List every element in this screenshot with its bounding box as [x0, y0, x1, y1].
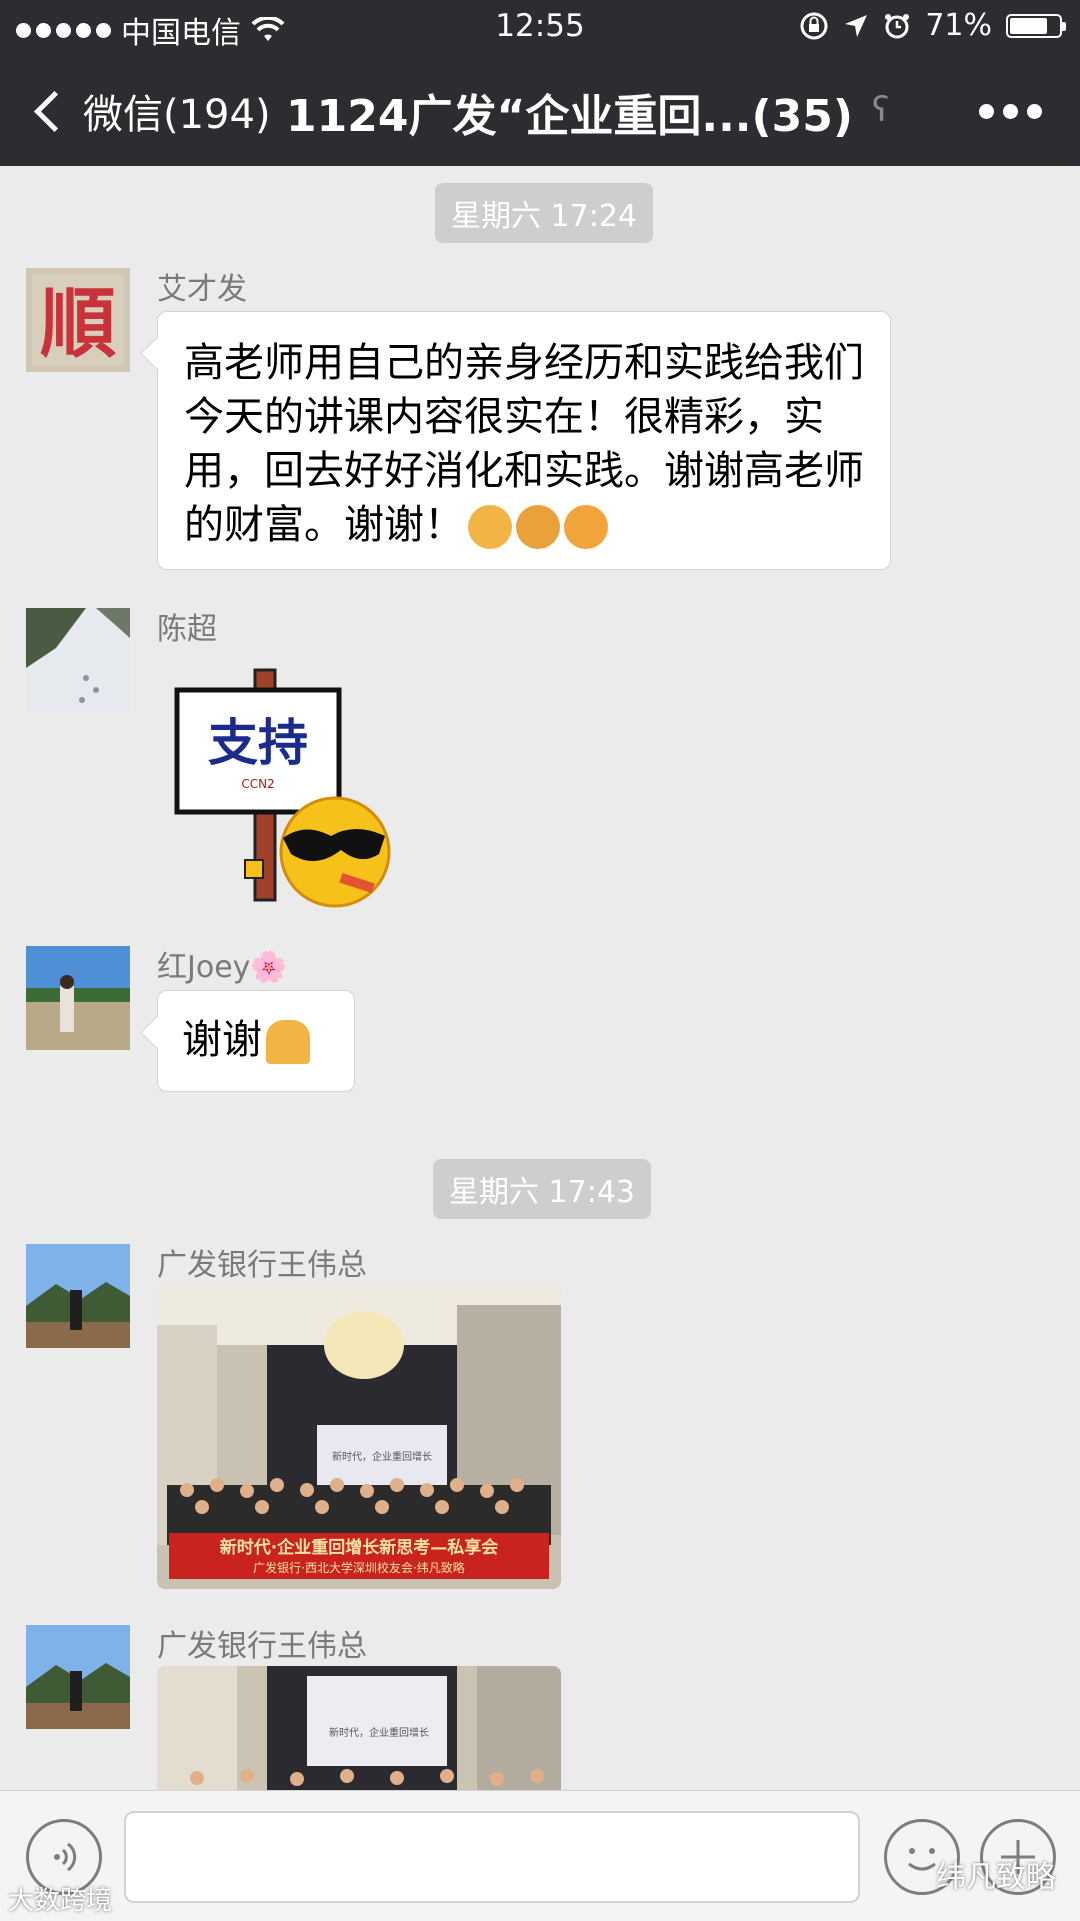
avatar[interactable] [26, 946, 130, 1050]
back-button[interactable]: 微信(194) [30, 82, 271, 140]
svg-text:新时代，企业重回增长: 新时代，企业重回增长 [332, 1450, 432, 1463]
message-bubble[interactable]: 谢谢 [157, 990, 355, 1092]
timestamp-chip: 星期六 17:24 [435, 183, 653, 243]
watermark-left: 大数跨境 [8, 1886, 113, 1916]
sender-name: 广发银行王伟总 [157, 1248, 367, 1283]
svg-text:新时代·企业重回增长新思考—私享会: 新时代·企业重回增长新思考—私享会 [220, 1537, 498, 1558]
svg-text:新时代，企业重回增长: 新时代，企业重回增长 [329, 1726, 429, 1739]
alarm-icon [885, 13, 910, 38]
status-bar: 中国电信 12:55 71% [0, 0, 1080, 54]
top-bar: 中国电信 12:55 71% 微信(194) 1124广发“企业重回...(35… [0, 0, 1080, 166]
location-icon [845, 14, 868, 37]
sticker-support[interactable]: 支持 CCN2 [165, 660, 405, 910]
avatar-seal-image: 順 [26, 268, 130, 372]
input-bar [0, 1790, 1080, 1921]
timestamp-chip: 星期六 17:43 [433, 1159, 651, 1219]
battery-percent: 71% [925, 8, 992, 43]
message-bubble[interactable]: 高老师用自己的亲身经历和实践给我们今天的讲课内容很实在！很精彩，实用，回去好好消… [157, 311, 891, 570]
message-input[interactable] [124, 1811, 860, 1903]
watermark-right: 纬凡致略 [936, 1860, 1056, 1895]
svg-text:支持: 支持 [208, 714, 308, 772]
sender-name: 广发银行王伟总 [157, 1629, 367, 1664]
avatar-mountain-image [26, 1244, 130, 1348]
svg-text:CCN2: CCN2 [241, 777, 274, 791]
svg-text:广发银行·西北大学深圳校友会·纬凡致略: 广发银行·西北大学深圳校友会·纬凡致略 [253, 1560, 465, 1575]
more-options-button[interactable] [979, 104, 1042, 119]
sender-name: 陈超 [157, 612, 217, 647]
sender-name: 红Joey🌸 [157, 950, 288, 985]
avatar-outdoor-image [26, 946, 130, 1050]
avatar[interactable] [26, 1244, 130, 1348]
avatar[interactable] [26, 608, 130, 712]
thumbs-up-emoji-icon [468, 505, 512, 549]
back-label: 微信(194) [83, 92, 271, 138]
svg-text:順: 順 [40, 279, 116, 368]
avatar[interactable]: 順 [26, 268, 130, 372]
avatar-mountain-image [26, 1625, 130, 1729]
group-photo[interactable]: 新时代，企业重回增长 [157, 1666, 561, 1790]
handshake-emoji-icon [516, 505, 560, 549]
orientation-lock-icon [800, 12, 828, 39]
pray-emoji-icon [266, 1020, 310, 1064]
battery-icon [1006, 13, 1066, 38]
avatar[interactable] [26, 1625, 130, 1729]
group-photo[interactable]: 新时代，企业重回增长 新时代·企业重回增长新思考—私享会 广发银行·西北大学深圳… [157, 1285, 561, 1589]
message-text: 谢谢 [182, 1017, 262, 1063]
chevron-left-icon [33, 90, 76, 132]
nav-bar: 微信(194) 1124广发“企业重回...(35) ʕ [0, 54, 1080, 166]
sender-name: 艾才发 [157, 272, 247, 307]
fist-emoji-icon [564, 505, 608, 549]
chat-title: 1124广发“企业重回...(35) [286, 91, 853, 142]
earpiece-mode-icon: ʕ [872, 90, 890, 130]
avatar-snow-image [26, 608, 130, 712]
